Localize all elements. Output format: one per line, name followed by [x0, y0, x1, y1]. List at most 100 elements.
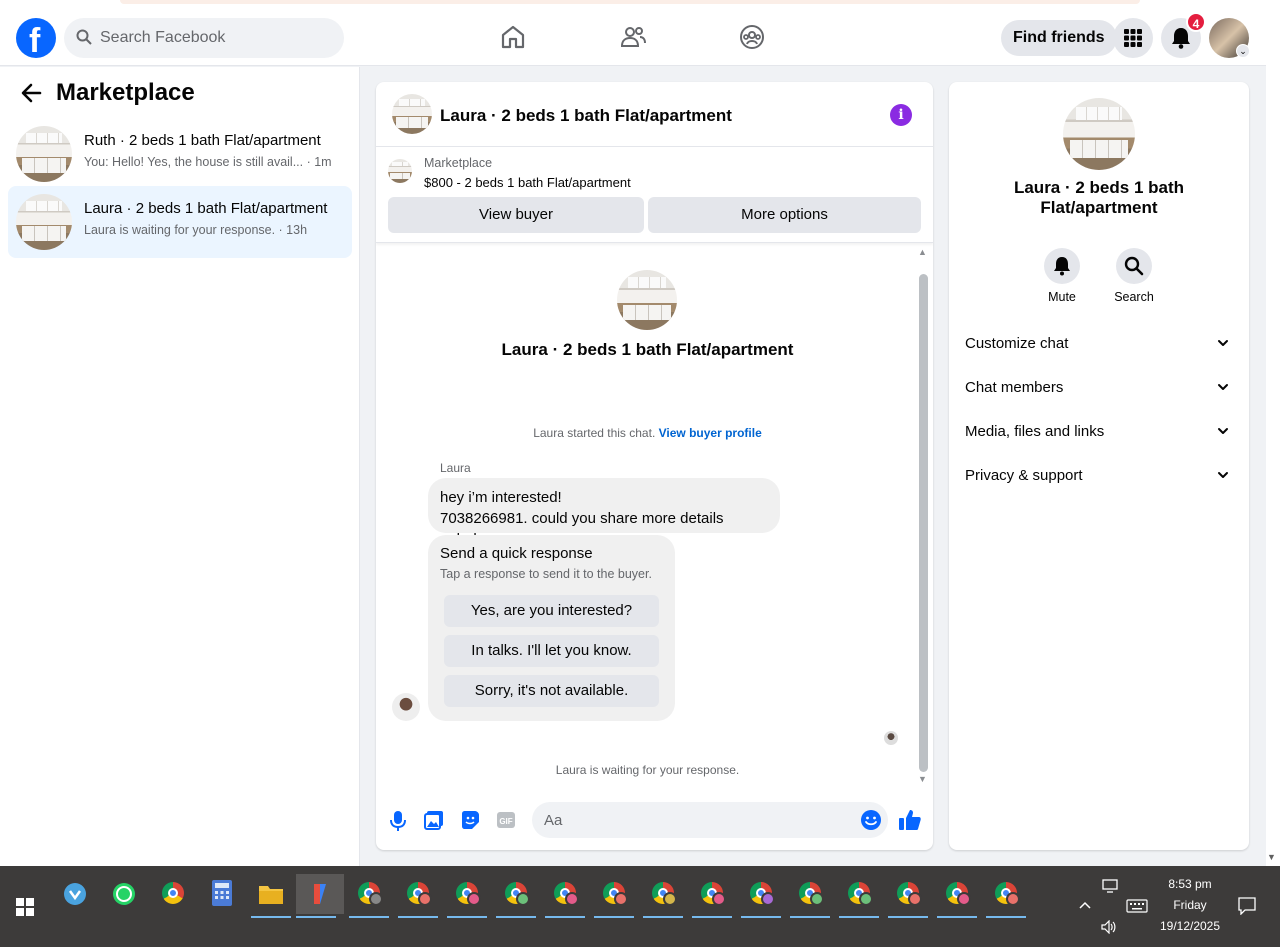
back-arrow-icon[interactable] — [20, 83, 42, 103]
clock-time: 8:53 pm — [1168, 877, 1212, 891]
search-box[interactable] — [64, 18, 344, 58]
scroll-down-arrow[interactable]: ▼ — [918, 774, 927, 784]
top-navigation-bar: f Find friends 4 ⌄ — [0, 8, 1266, 66]
search-label: Search — [1114, 290, 1154, 304]
chrome-profile-icon[interactable] — [790, 874, 830, 918]
search-input[interactable] — [100, 18, 330, 58]
message-bubble[interactable]: hey i’m interested! 7038266981. could yo… — [428, 478, 780, 548]
friends-icon[interactable] — [620, 24, 646, 50]
keyboard-icon[interactable] — [1126, 899, 1148, 913]
find-friends-button[interactable]: Find friends — [1001, 20, 1117, 56]
listing-thumbnail — [16, 194, 72, 250]
chrome-profile-icon[interactable] — [496, 874, 536, 918]
listing-thumbnail[interactable] — [392, 94, 432, 134]
chevron-down-icon — [1218, 384, 1228, 390]
windows-taskbar: 8:53 pm Friday 19/12/2025 — [0, 866, 1280, 947]
scroll-up-arrow[interactable]: ▲ — [918, 247, 927, 257]
windows-start-icon[interactable] — [16, 898, 34, 916]
view-buyer-button[interactable]: View buyer — [388, 197, 644, 233]
groups-icon[interactable] — [739, 24, 765, 50]
gif-icon[interactable]: GIF — [496, 810, 516, 830]
chrome-profile-icon[interactable] — [692, 874, 732, 918]
waiting-notice: Laura is waiting for your response. — [555, 763, 740, 777]
chrome-profile-icon[interactable] — [937, 874, 977, 918]
search-conversation-button[interactable]: Search — [1104, 248, 1164, 304]
chat-scrollbar-thumb[interactable] — [919, 274, 928, 772]
info-title: Laura · 2 beds 1 bath Flat/apartment — [979, 178, 1219, 218]
chrome-profile-icon[interactable] — [888, 874, 928, 918]
seen-indicator-avatar — [884, 731, 898, 745]
emoji-icon[interactable] — [860, 809, 882, 831]
chrome-profile-icon[interactable] — [398, 874, 438, 918]
home-icon[interactable] — [500, 24, 526, 50]
chrome-profile-icon[interactable] — [349, 874, 389, 918]
listing-price[interactable]: $800 - 2 beds 1 bath Flat/apartment — [424, 175, 631, 190]
page-scrollbar[interactable] — [1266, 8, 1280, 866]
privacy-support-section[interactable]: Privacy & support — [957, 454, 1241, 498]
photo-icon[interactable] — [424, 810, 444, 830]
section-title: Customize chat — [965, 335, 1069, 352]
listing-thumbnail — [388, 159, 412, 183]
menu-button[interactable] — [1113, 18, 1153, 58]
chrome-profile-icon[interactable] — [447, 874, 487, 918]
listing-thumbnail-large — [1063, 98, 1135, 170]
chrome-profile-icon[interactable] — [839, 874, 879, 918]
chrome-profile-icon[interactable] — [643, 874, 683, 918]
file-explorer-icon[interactable] — [251, 874, 291, 918]
conversation-item[interactable]: Ruth · 2 beds 1 bath Flat/apartment You:… — [8, 118, 352, 190]
thumbs-up-icon[interactable] — [898, 808, 922, 832]
message-input-box[interactable] — [532, 802, 888, 838]
tray-expand-icon[interactable] — [1079, 901, 1091, 909]
message-input[interactable] — [544, 802, 844, 838]
view-buyer-profile-link[interactable]: View buyer profile — [659, 426, 762, 440]
conversation-snippet: You: Hello! Yes, the house is still avai… — [84, 155, 332, 169]
app-shield-icon[interactable] — [55, 874, 95, 914]
quick-response-button[interactable]: In talks. I'll let you know. — [444, 635, 659, 667]
started-text: Laura started this chat. — [533, 426, 656, 440]
chrome-profile-icon[interactable] — [741, 874, 781, 918]
active-app-icon[interactable] — [296, 874, 344, 918]
chrome-profile-icon[interactable] — [594, 874, 634, 918]
message-composer: GIF — [376, 798, 933, 850]
page-scroll-down-arrow[interactable]: ▼ — [1267, 852, 1276, 862]
google-app-icon[interactable] — [153, 874, 193, 914]
more-options-button[interactable]: More options — [648, 197, 921, 233]
microphone-icon[interactable] — [390, 810, 406, 832]
whatsapp-icon[interactable] — [104, 874, 144, 914]
facebook-logo-icon[interactable]: f — [16, 18, 56, 60]
chevron-down-icon[interactable]: ⌄ — [1236, 44, 1250, 58]
section-title: Chat members — [965, 379, 1064, 396]
notifications-center-icon[interactable] — [1238, 897, 1256, 915]
chat-members-section[interactable]: Chat members — [957, 366, 1241, 410]
calculator-icon[interactable] — [202, 874, 242, 914]
chevron-down-icon — [1218, 340, 1228, 346]
quick-response-title: Send a quick response — [440, 545, 593, 562]
mute-button[interactable]: Mute — [1032, 248, 1092, 304]
buyer-avatar[interactable] — [392, 693, 420, 721]
listing-thumbnail — [16, 126, 72, 182]
conversation-snippet: Laura is waiting for your response. · 13… — [84, 223, 308, 237]
chevron-down-icon — [1218, 472, 1228, 478]
chat-title[interactable]: Laura · 2 beds 1 bath Flat/apartment — [440, 106, 732, 126]
conversation-item-active[interactable]: Laura · 2 beds 1 bath Flat/apartment Lau… — [8, 186, 352, 258]
network-icon[interactable] — [1102, 879, 1118, 893]
clock-date: 19/12/2025 — [1159, 919, 1221, 933]
media-files-links-section[interactable]: Media, files and links — [957, 410, 1241, 454]
volume-icon[interactable] — [1101, 920, 1117, 934]
info-title-line: Flat/apartment — [1040, 198, 1158, 217]
quick-response-button[interactable]: Yes, are you interested? — [444, 595, 659, 627]
chrome-profile-icon[interactable] — [986, 874, 1026, 918]
conversation-name: Ruth · 2 beds 1 bath Flat/apartment — [84, 132, 321, 149]
chat-window: Laura · 2 beds 1 bath Flat/apartment i M… — [376, 82, 933, 850]
info-icon[interactable]: i — [890, 104, 912, 126]
conversation-name: Laura · 2 beds 1 bath Flat/apartment — [84, 200, 328, 217]
quick-response-card: Send a quick response Tap a response to … — [428, 535, 675, 721]
quick-response-button[interactable]: Sorry, it's not available. — [444, 675, 659, 707]
sticker-icon[interactable] — [460, 810, 480, 830]
bell-icon — [1172, 28, 1190, 49]
customize-chat-section[interactable]: Customize chat — [957, 322, 1241, 366]
system-clock[interactable]: 8:53 pm Friday 19/12/2025 — [1148, 874, 1232, 937]
chrome-profile-icon[interactable] — [545, 874, 585, 918]
chevron-down-icon — [1218, 428, 1228, 434]
page-title: Marketplace — [56, 79, 195, 106]
